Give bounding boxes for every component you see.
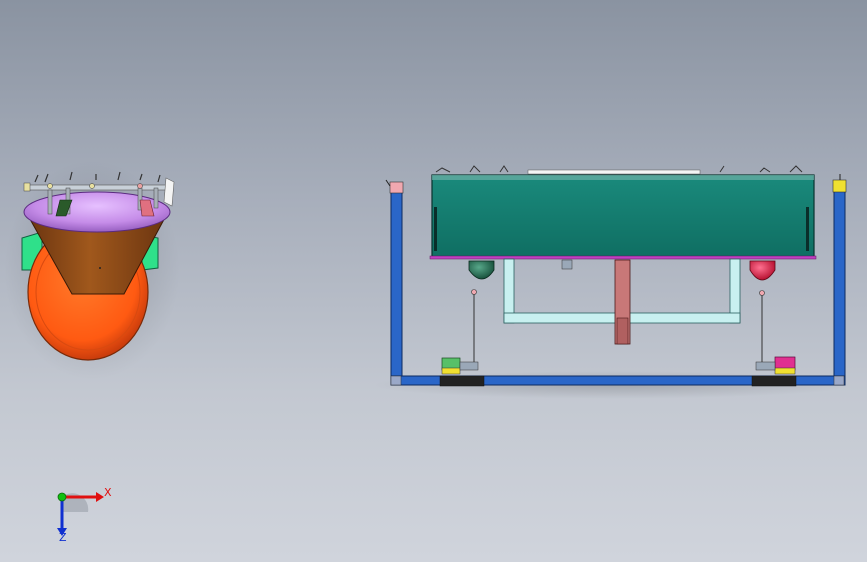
front-view-model[interactable] <box>372 165 852 399</box>
graphics-viewport[interactable]: X Z <box>0 0 867 562</box>
side-view-model[interactable] <box>4 160 180 380</box>
left-frame-post <box>390 187 403 382</box>
green-lamp <box>468 260 495 280</box>
red-lamp <box>749 260 776 281</box>
coordinate-triad-icon: X Z <box>57 486 112 544</box>
z-axis-label: Z <box>59 531 67 544</box>
x-axis-label: X <box>104 486 112 499</box>
right-frame-post <box>833 187 846 382</box>
teal-tank <box>431 174 815 259</box>
